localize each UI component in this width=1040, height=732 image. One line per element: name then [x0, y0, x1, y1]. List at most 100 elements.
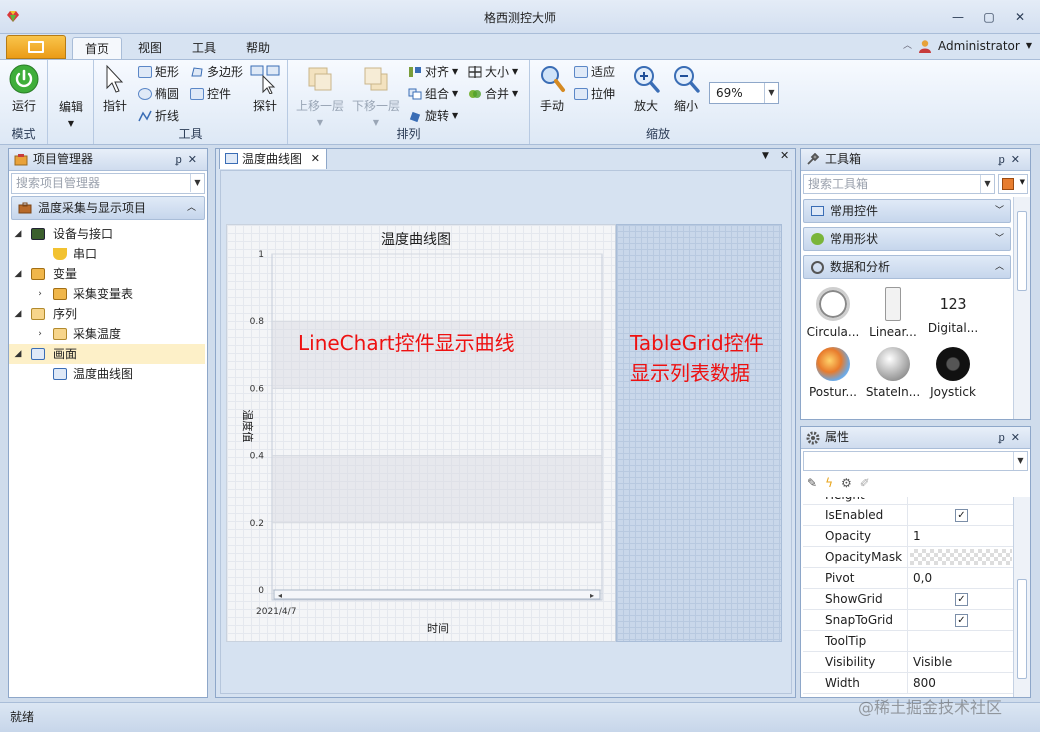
- property-row-opacitymask[interactable]: OpacityMask: [803, 547, 1013, 568]
- toolbox-group-data-analysis[interactable]: 数据和分析 ︿: [803, 255, 1011, 279]
- document-tab-temp-chart[interactable]: 温度曲线图 ✕: [219, 148, 327, 169]
- rotate-button[interactable]: 旋转 ▼: [408, 107, 458, 125]
- property-row-isenabled[interactable]: IsEnabled ✓: [803, 505, 1013, 526]
- bring-forward-button[interactable]: 上移一层 ▼: [292, 64, 348, 128]
- tree-item-sequence[interactable]: ◢ 序列: [9, 304, 207, 324]
- toolbox-item-state-indicator[interactable]: StateIn...: [863, 347, 923, 399]
- scroll-thumb[interactable]: [1017, 211, 1027, 291]
- hand-tool-button[interactable]: 手动: [534, 64, 570, 114]
- align-button[interactable]: 对齐 ▼: [408, 63, 458, 81]
- rect-tool[interactable]: 矩形: [138, 63, 179, 81]
- chevron-up-icon: ︿: [994, 262, 1004, 272]
- tab-help[interactable]: 帮助: [234, 37, 282, 60]
- fit-button[interactable]: 适应: [574, 63, 615, 81]
- property-row-showgrid[interactable]: ShowGrid ✓: [803, 589, 1013, 610]
- stretch-button[interactable]: 拉伸: [574, 85, 615, 103]
- chevron-down-icon[interactable]: ▼: [762, 151, 769, 161]
- zoom-in-button[interactable]: 放大: [628, 64, 664, 114]
- group-button[interactable]: 组合 ▼: [408, 85, 458, 103]
- opacity-mask-swatch[interactable]: [910, 549, 1012, 565]
- property-row-width[interactable]: Width 800: [803, 673, 1013, 694]
- control-tool[interactable]: 控件: [190, 85, 231, 103]
- chevron-down-icon[interactable]: ▼: [1013, 452, 1027, 470]
- chevron-down-icon[interactable]: ◢: [13, 264, 23, 284]
- project-search-input[interactable]: 搜索项目管理器 ▼: [11, 173, 205, 194]
- probe-button[interactable]: 探针: [246, 64, 284, 114]
- scroll-thumb[interactable]: [1017, 579, 1027, 679]
- toolbox-item-linear-gauge[interactable]: Linear...: [863, 287, 923, 339]
- checkbox-checked[interactable]: ✓: [955, 614, 968, 627]
- chevron-down-icon[interactable]: ◢: [13, 344, 23, 364]
- close-button[interactable]: ✕: [1007, 8, 1033, 26]
- project-group-header[interactable]: 温度采集与显示项目 ︿: [11, 196, 205, 220]
- close-icon[interactable]: ✕: [1011, 153, 1026, 166]
- gear-icon[interactable]: ⚙: [841, 476, 852, 494]
- run-button[interactable]: 运行: [4, 64, 44, 114]
- toolbox-scrollbar[interactable]: [1013, 197, 1030, 419]
- scroll-right-icon[interactable]: ▸: [590, 591, 594, 600]
- chevron-up-icon[interactable]: ︿: [187, 197, 196, 219]
- tree-item-variable-table[interactable]: › 采集变量表: [9, 284, 207, 304]
- pin-icon[interactable]: ᵱ: [999, 153, 1011, 166]
- chevron-down-icon[interactable]: ◢: [13, 224, 23, 244]
- wrench-icon[interactable]: ✎: [807, 476, 817, 494]
- x-scrollbar[interactable]: [273, 589, 601, 600]
- toolbox-item-posture[interactable]: Postur...: [803, 347, 863, 399]
- table-grid-control[interactable]: [616, 224, 782, 642]
- pointer-button[interactable]: 指针: [98, 64, 132, 114]
- pin-icon[interactable]: ᵱ: [176, 153, 188, 166]
- tree-item-acquire-temp[interactable]: › 采集温度: [9, 324, 207, 344]
- toolbox-group-common-shapes[interactable]: 常用形状 ﹀: [803, 227, 1011, 251]
- merge-button[interactable]: 合并 ▼: [468, 85, 518, 103]
- property-row-snaptogrid[interactable]: SnapToGrid ✓: [803, 610, 1013, 631]
- chevron-down-icon[interactable]: ◢: [13, 304, 23, 324]
- chevron-up-icon[interactable]: ︿: [903, 38, 912, 54]
- object-select[interactable]: ▼: [803, 451, 1028, 471]
- property-row-tooltip[interactable]: ToolTip: [803, 631, 1013, 652]
- chevron-down-icon[interactable]: ▼: [980, 175, 994, 193]
- toolbox-search-input[interactable]: 搜索工具箱 ▼: [803, 174, 995, 194]
- toolbox-group-common-controls[interactable]: 常用控件 ﹀: [803, 199, 1011, 223]
- tree-item-devices[interactable]: ◢ 设备与接口: [9, 224, 207, 244]
- close-icon[interactable]: ✕: [311, 149, 320, 169]
- tree-item-variables[interactable]: ◢ 变量: [9, 264, 207, 284]
- toolbox-item-digital-display[interactable]: 123 Digital...: [923, 287, 983, 335]
- user-menu[interactable]: ︿ Administrator ▼: [903, 38, 1032, 54]
- toolbox-view-button[interactable]: ▼: [998, 174, 1028, 194]
- property-row-visibility[interactable]: Visibility Visible: [803, 652, 1013, 673]
- chevron-right-icon[interactable]: ›: [35, 284, 45, 304]
- tab-home[interactable]: 首页: [72, 37, 123, 60]
- zoom-select[interactable]: 69% ▼: [709, 82, 779, 104]
- minimize-button[interactable]: —: [945, 8, 971, 26]
- tree-item-temp-chart[interactable]: 温度曲线图: [9, 364, 207, 384]
- tree-item-screens[interactable]: ◢ 画面: [9, 344, 205, 364]
- scroll-left-icon[interactable]: ◂: [278, 591, 282, 600]
- lightning-icon[interactable]: ϟ: [825, 476, 833, 494]
- send-backward-button[interactable]: 下移一层 ▼: [348, 64, 404, 128]
- toolbox-item-circular-gauge[interactable]: Circula...: [803, 287, 863, 339]
- edit-button[interactable]: 编辑 ▼: [52, 98, 90, 129]
- edit-icon[interactable]: ✐: [860, 476, 870, 494]
- chevron-down-icon[interactable]: ▼: [190, 174, 204, 192]
- size-button[interactable]: 大小 ▼: [468, 63, 518, 81]
- close-icon[interactable]: ✕: [1011, 431, 1026, 444]
- maximize-button[interactable]: ▢: [976, 8, 1002, 26]
- toolbox-item-joystick[interactable]: Joystick: [923, 347, 983, 399]
- checkbox-checked[interactable]: ✓: [955, 593, 968, 606]
- properties-scrollbar[interactable]: [1013, 497, 1030, 697]
- checkbox-checked[interactable]: ✓: [955, 509, 968, 522]
- tree-item-serial[interactable]: 串口: [9, 244, 207, 264]
- close-icon[interactable]: ✕: [780, 149, 789, 162]
- file-menu-button[interactable]: [6, 35, 66, 59]
- ellipse-tool[interactable]: 椭圆: [138, 85, 179, 103]
- property-row-opacity[interactable]: Opacity 1: [803, 526, 1013, 547]
- polyline-tool[interactable]: 折线: [138, 107, 179, 125]
- polygon-tool[interactable]: 多边形: [190, 63, 243, 81]
- tab-tools[interactable]: 工具: [180, 37, 228, 60]
- pin-icon[interactable]: ᵱ: [999, 431, 1011, 444]
- zoom-out-button[interactable]: 缩小: [668, 64, 704, 114]
- property-row-pivot[interactable]: Pivot 0,0: [803, 568, 1013, 589]
- tab-view[interactable]: 视图: [126, 37, 174, 60]
- close-icon[interactable]: ✕: [188, 153, 203, 166]
- chevron-right-icon[interactable]: ›: [35, 324, 45, 344]
